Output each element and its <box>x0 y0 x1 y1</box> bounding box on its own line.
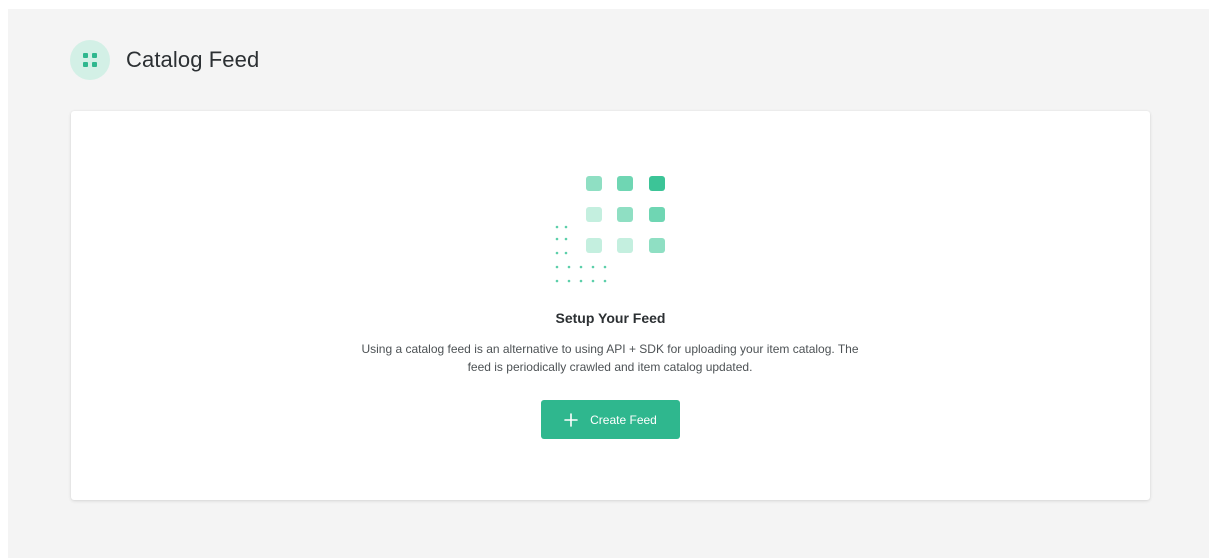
empty-state-title: Setup Your Feed <box>555 310 666 326</box>
create-feed-label: Create Feed <box>590 412 657 427</box>
feed-grid-illustration <box>552 173 672 288</box>
empty-state-description: Using a catalog feed is an alternative t… <box>361 342 859 374</box>
page-header: Catalog Feed <box>70 40 259 80</box>
page-title: Catalog Feed <box>126 47 260 72</box>
grid-icon <box>70 40 110 80</box>
empty-state-card: Setup Your Feed Using a catalog feed is … <box>71 111 1150 500</box>
create-feed-button[interactable]: Create Feed <box>541 400 680 439</box>
app-container: Catalog Feed Setup Your Feed Using a cat… <box>8 9 1209 558</box>
plus-icon <box>564 412 578 427</box>
